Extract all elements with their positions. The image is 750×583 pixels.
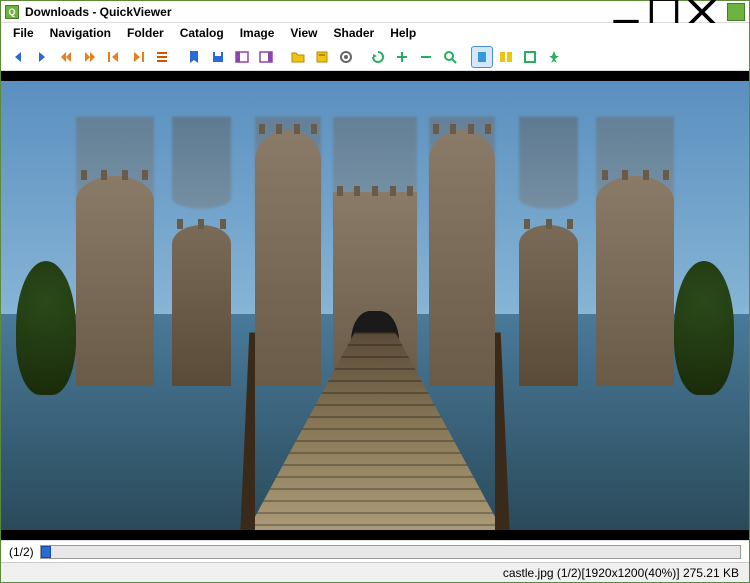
zoom-in-button[interactable]	[391, 46, 413, 68]
menu-shader[interactable]: Shader	[326, 24, 383, 42]
menu-file[interactable]: File	[5, 24, 42, 42]
settings-button[interactable]	[335, 46, 357, 68]
letterbox	[1, 530, 749, 540]
menubar: File Navigation Folder Catalog Image Vie…	[1, 23, 749, 43]
fullscreen-button[interactable]	[519, 46, 541, 68]
next-button[interactable]	[31, 46, 53, 68]
window-title: Downloads - QuickViewer	[25, 5, 171, 19]
menu-help[interactable]: Help	[382, 24, 424, 42]
slider-thumb[interactable]	[41, 546, 51, 558]
pager-bar: (1/2)	[1, 540, 749, 562]
toolbar	[1, 43, 749, 71]
catalog-button[interactable]	[311, 46, 333, 68]
close-button[interactable]	[683, 2, 721, 22]
menu-image[interactable]: Image	[232, 24, 283, 42]
app-icon: Q	[5, 5, 19, 19]
fast-rewind-button[interactable]	[55, 46, 77, 68]
zoom-button[interactable]	[439, 46, 461, 68]
page-slider[interactable]	[40, 545, 741, 559]
rotate-button[interactable]	[367, 46, 389, 68]
statusbar: castle.jpg (1/2)[1920x1200(40%)] 275.21 …	[1, 562, 749, 582]
dual-page-button[interactable]	[495, 46, 517, 68]
first-button[interactable]	[103, 46, 125, 68]
image-viewport[interactable]	[1, 71, 749, 540]
prev-button[interactable]	[7, 46, 29, 68]
bookmark-button[interactable]	[183, 46, 205, 68]
list-button[interactable]	[151, 46, 173, 68]
page-indicator: (1/2)	[9, 545, 34, 559]
panel-right-button[interactable]	[255, 46, 277, 68]
titlebar: Q Downloads - QuickViewer	[1, 1, 749, 23]
pin-button[interactable]	[543, 46, 565, 68]
displayed-image	[1, 81, 749, 530]
status-text: castle.jpg (1/2)[1920x1200(40%)] 275.21 …	[503, 566, 739, 580]
panel-left-button[interactable]	[231, 46, 253, 68]
last-button[interactable]	[127, 46, 149, 68]
menu-folder[interactable]: Folder	[119, 24, 172, 42]
single-page-button[interactable]	[471, 46, 493, 68]
menu-view[interactable]: View	[282, 24, 325, 42]
fast-forward-button[interactable]	[79, 46, 101, 68]
menu-catalog[interactable]: Catalog	[172, 24, 232, 42]
menu-navigation[interactable]: Navigation	[42, 24, 119, 42]
minimize-button[interactable]	[607, 2, 645, 22]
corner-icon	[727, 3, 745, 21]
save-button[interactable]	[207, 46, 229, 68]
zoom-out-button[interactable]	[415, 46, 437, 68]
folder-button[interactable]	[287, 46, 309, 68]
maximize-button[interactable]	[645, 2, 683, 22]
letterbox	[1, 71, 749, 81]
